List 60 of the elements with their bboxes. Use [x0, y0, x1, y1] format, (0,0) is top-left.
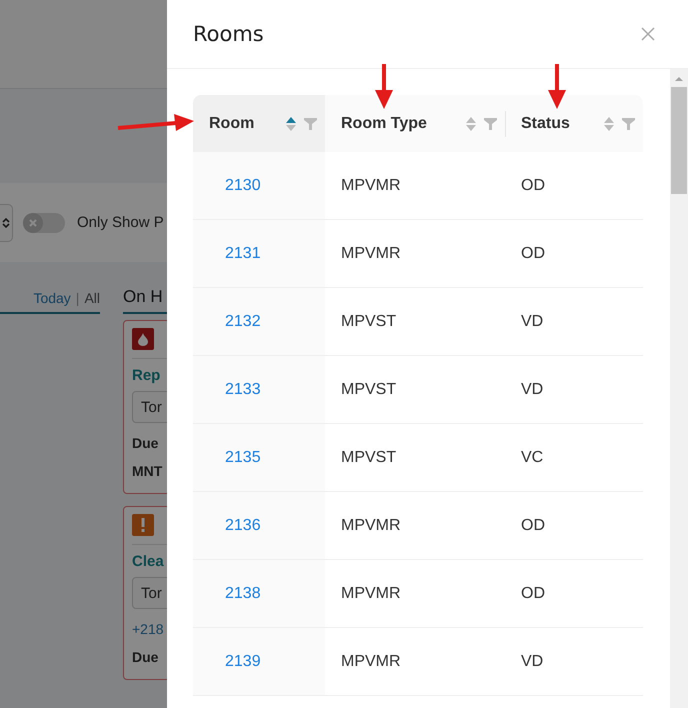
room-link[interactable]: 2132 [225, 312, 261, 330]
drawer-title: Rooms [193, 22, 264, 46]
sort-icon[interactable] [604, 114, 614, 132]
sort-icon[interactable] [286, 114, 296, 132]
scrollbar-thumb[interactable] [671, 87, 687, 194]
table-cell: VD [521, 312, 544, 330]
tab-separator: | [76, 290, 80, 306]
column-header[interactable]: Room [193, 95, 325, 152]
filter-tab[interactable]: All [84, 290, 100, 306]
column-header[interactable]: Status [505, 95, 643, 152]
filter-icon[interactable] [484, 118, 497, 130]
room-link[interactable]: 2130 [225, 176, 261, 194]
scrollbar[interactable] [670, 69, 688, 708]
assignee-field[interactable]: Tor [132, 577, 167, 609]
room-link[interactable]: 2138 [225, 584, 261, 602]
annotation-arrow [373, 64, 395, 110]
card-link[interactable]: +218 [132, 615, 164, 643]
filter-tab[interactable]: Today [33, 290, 71, 306]
exclamation-icon [132, 514, 154, 536]
column-header[interactable]: Room Type [325, 95, 505, 152]
section-heading: On H [123, 287, 163, 306]
filter-icon[interactable] [622, 118, 635, 130]
table-cell: VC [521, 448, 544, 466]
select-field[interactable] [0, 204, 13, 242]
room-link[interactable]: 2139 [225, 652, 261, 670]
scroll-up-icon[interactable] [674, 75, 684, 83]
table-cell: MPVST [341, 380, 396, 398]
card-text: Due [132, 434, 158, 453]
sort-icon[interactable] [466, 114, 476, 132]
toggle-switch[interactable] [23, 212, 65, 232]
table-cell: MPVST [341, 448, 396, 466]
room-link[interactable]: 2136 [225, 516, 261, 534]
table-cell: MPVMR [341, 516, 401, 534]
close-button[interactable] [640, 26, 656, 42]
table-cell: MPVMR [341, 584, 401, 602]
table-cell: MPVMR [341, 652, 401, 670]
table-cell: OD [521, 584, 545, 602]
caret-icon [2, 216, 10, 228]
table-cell: OD [521, 516, 545, 534]
card-text: Due [132, 648, 158, 667]
table-cell: MPVMR [341, 176, 401, 194]
table-cell: VD [521, 652, 544, 670]
table-cell: MPVMR [341, 244, 401, 262]
table-cell: MPVST [341, 312, 396, 330]
assignee-field[interactable]: Tor [132, 391, 167, 423]
room-link[interactable]: 2133 [225, 380, 261, 398]
filter-icon[interactable] [304, 118, 317, 130]
table-cell: OD [521, 244, 545, 262]
task-card[interactable]: Rep Tor Due MNT [123, 320, 167, 494]
table-cell: VD [521, 380, 544, 398]
annotation-arrow [546, 64, 568, 110]
close-icon [29, 218, 37, 226]
task-card[interactable]: Clea Tor +218 Due [123, 506, 167, 680]
toggle-label: Only Show P [77, 214, 164, 231]
card-text: MNT [132, 462, 162, 481]
card-title: Rep [132, 367, 160, 384]
room-link[interactable]: 2135 [225, 448, 261, 466]
table-cell: OD [521, 176, 545, 194]
room-link[interactable]: 2131 [225, 244, 261, 262]
card-title: Clea [132, 553, 164, 570]
